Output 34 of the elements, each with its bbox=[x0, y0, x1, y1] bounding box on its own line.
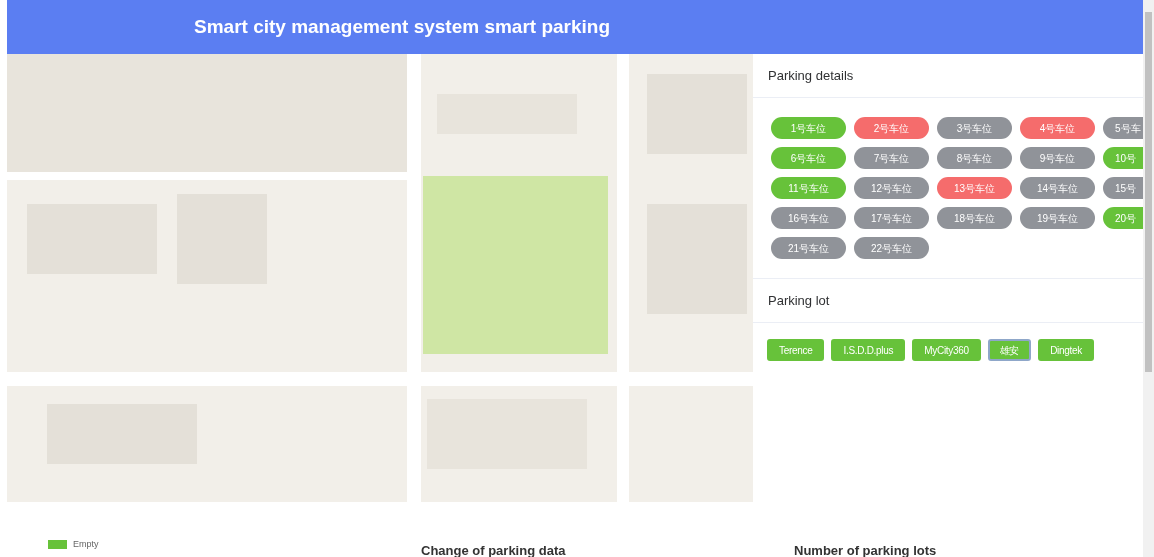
legend-label: Empty bbox=[73, 538, 99, 551]
parking-lot-button[interactable]: MyCity360 bbox=[912, 339, 981, 361]
parking-space-button[interactable]: 20号 bbox=[1103, 207, 1143, 229]
parking-space-button[interactable]: 5号车 bbox=[1103, 117, 1143, 139]
parking-space-button[interactable]: 12号车位 bbox=[854, 177, 929, 199]
parking-lot-button[interactable]: Dingtek bbox=[1038, 339, 1094, 361]
chart-title: Change of parking data bbox=[421, 543, 566, 557]
panel-title: Parking lot bbox=[768, 291, 830, 310]
parking-space-button[interactable]: 21号车位 bbox=[771, 237, 846, 259]
parking-space-button[interactable]: 17号车位 bbox=[854, 207, 929, 229]
parking-space-button[interactable]: 22号车位 bbox=[854, 237, 929, 259]
parking-space-button[interactable]: 4号车位 bbox=[1020, 117, 1095, 139]
parking-space-button[interactable]: 15号 bbox=[1103, 177, 1143, 199]
parking-space-button[interactable]: 8号车位 bbox=[937, 147, 1012, 169]
parking-space-button[interactable]: 7号车位 bbox=[854, 147, 929, 169]
scrollbar[interactable] bbox=[1143, 0, 1154, 557]
parking-lot-button[interactable]: 雄安 bbox=[987, 339, 1032, 361]
parking-space-button[interactable]: 9号车位 bbox=[1020, 147, 1095, 169]
parking-space-button[interactable]: 10号 bbox=[1103, 147, 1143, 169]
parking-space-button[interactable]: 16号车位 bbox=[771, 207, 846, 229]
parking-space-button[interactable]: 3号车位 bbox=[937, 117, 1012, 139]
parking-space-button[interactable]: 6号车位 bbox=[771, 147, 846, 169]
page-title: Smart city management system smart parking bbox=[194, 14, 611, 39]
chart-title: Number of parking lots bbox=[794, 543, 937, 557]
parking-space-button[interactable]: 11号车位 bbox=[771, 177, 846, 199]
parking-space-button[interactable]: 14号车位 bbox=[1020, 177, 1095, 199]
parking-space-button[interactable]: 13号车位 bbox=[937, 177, 1012, 199]
parking-lot-button[interactable]: Terence bbox=[767, 339, 825, 361]
panel-title: Parking details bbox=[768, 66, 854, 85]
parking-space-button[interactable]: 2号车位 bbox=[854, 117, 929, 139]
parking-lot-button[interactable]: I.S.D.D.plus bbox=[831, 339, 906, 361]
parking-space-button[interactable]: 19号车位 bbox=[1020, 207, 1095, 229]
parking-space-button[interactable]: 18号车位 bbox=[937, 207, 1012, 229]
parking-space-button[interactable]: 1号车位 bbox=[771, 117, 846, 139]
